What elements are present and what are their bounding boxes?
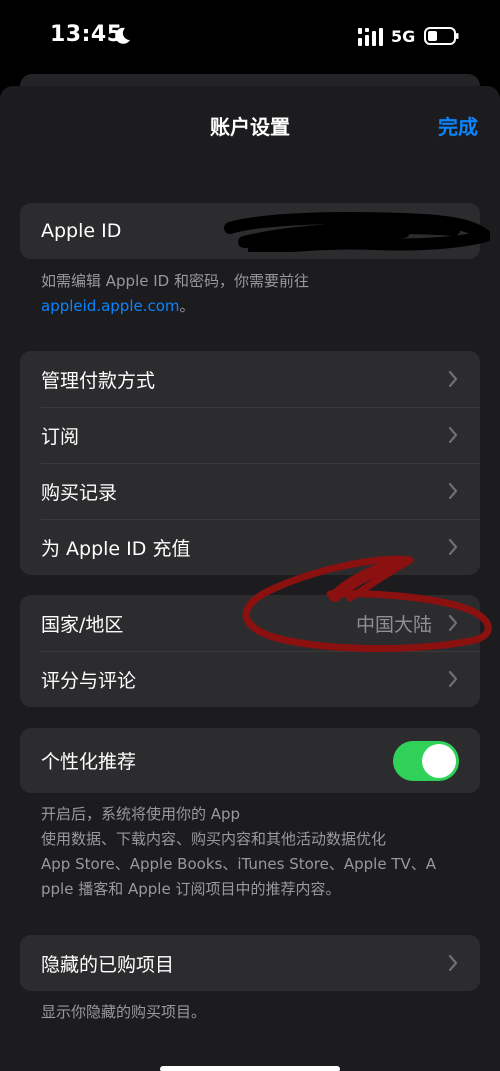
description-line: 使用数据、下载内容、购买内容和其他活动数据优化 [41, 830, 387, 848]
apple-id-label: Apple ID [41, 220, 122, 242]
chevron-right-icon [448, 427, 458, 443]
page-title: 账户设置 [210, 115, 290, 139]
personalized-group: 个性化推荐 [20, 728, 480, 793]
chevron-right-icon [448, 483, 458, 499]
status-bar: 13:45 5G [0, 0, 500, 75]
menu-item-label: 隐藏的已购项目 [41, 953, 175, 976]
apple-id-note-end: 。 [179, 297, 195, 315]
personalized-label: 个性化推荐 [41, 751, 137, 773]
hidden-purchases-footer: 显示你隐藏的购买项目。 [41, 1003, 207, 1021]
apple-id-note-text: 如需编辑 Apple ID 和密码，你需要前往 [41, 272, 309, 290]
menu-item-label: 订阅 [41, 425, 80, 448]
description-line: 开启后，系统将使用你的 App [41, 805, 241, 823]
menu-item-label: 评分与评论 [41, 669, 137, 692]
description-line: pple 播客和 Apple 订阅项目中的推荐内容。 [41, 880, 341, 898]
personalized-description: 开启后，系统将使用你的 App 使用数据、下载内容、购买内容和其他活动数据优化 … [41, 802, 466, 902]
personalized-toggle[interactable] [393, 740, 459, 781]
appleid-link[interactable]: appleid.apple.com [41, 297, 180, 315]
moon-icon [115, 27, 130, 44]
chevron-right-icon [448, 955, 458, 971]
menu-item-label: 国家/地区 [41, 613, 124, 636]
personalized-row: 个性化推荐 [20, 728, 480, 793]
screen: 13:45 5G 账户设置 完成 Apple ID 如需编辑 Apple ID … [0, 0, 500, 1071]
payment-menu-group: 管理付款方式 订阅 购买记录 为 Apple ID 充值 [20, 351, 480, 575]
network-label: 5G [391, 27, 416, 46]
menu-item-label: 管理付款方式 [41, 369, 156, 392]
signal-icon [358, 28, 383, 46]
battery-icon [424, 27, 459, 45]
description-line: App Store、Apple Books、iTunes Store、Apple… [41, 855, 437, 873]
toggle-knob [422, 743, 456, 778]
menu-item-hidden-purchases[interactable]: 隐藏的已购项目 [20, 935, 480, 991]
menu-item-label: 购买记录 [41, 481, 118, 504]
apple-id-note: 如需编辑 Apple ID 和密码，你需要前往 appleid.apple.co… [41, 269, 466, 319]
redaction-scribble [224, 212, 490, 252]
home-indicator[interactable] [160, 1066, 340, 1071]
red-circle-annotation [242, 555, 492, 653]
chevron-right-icon [448, 371, 458, 387]
menu-item-manage-payment[interactable]: 管理付款方式 [20, 351, 480, 407]
menu-item-label: 为 Apple ID 充值 [41, 537, 191, 560]
done-button[interactable]: 完成 [438, 111, 478, 140]
menu-item-purchase-history[interactable]: 购买记录 [20, 463, 480, 519]
menu-item-subscriptions[interactable]: 订阅 [20, 407, 480, 463]
chevron-right-icon [448, 671, 458, 687]
hidden-purchases-group: 隐藏的已购项目 [20, 935, 480, 991]
